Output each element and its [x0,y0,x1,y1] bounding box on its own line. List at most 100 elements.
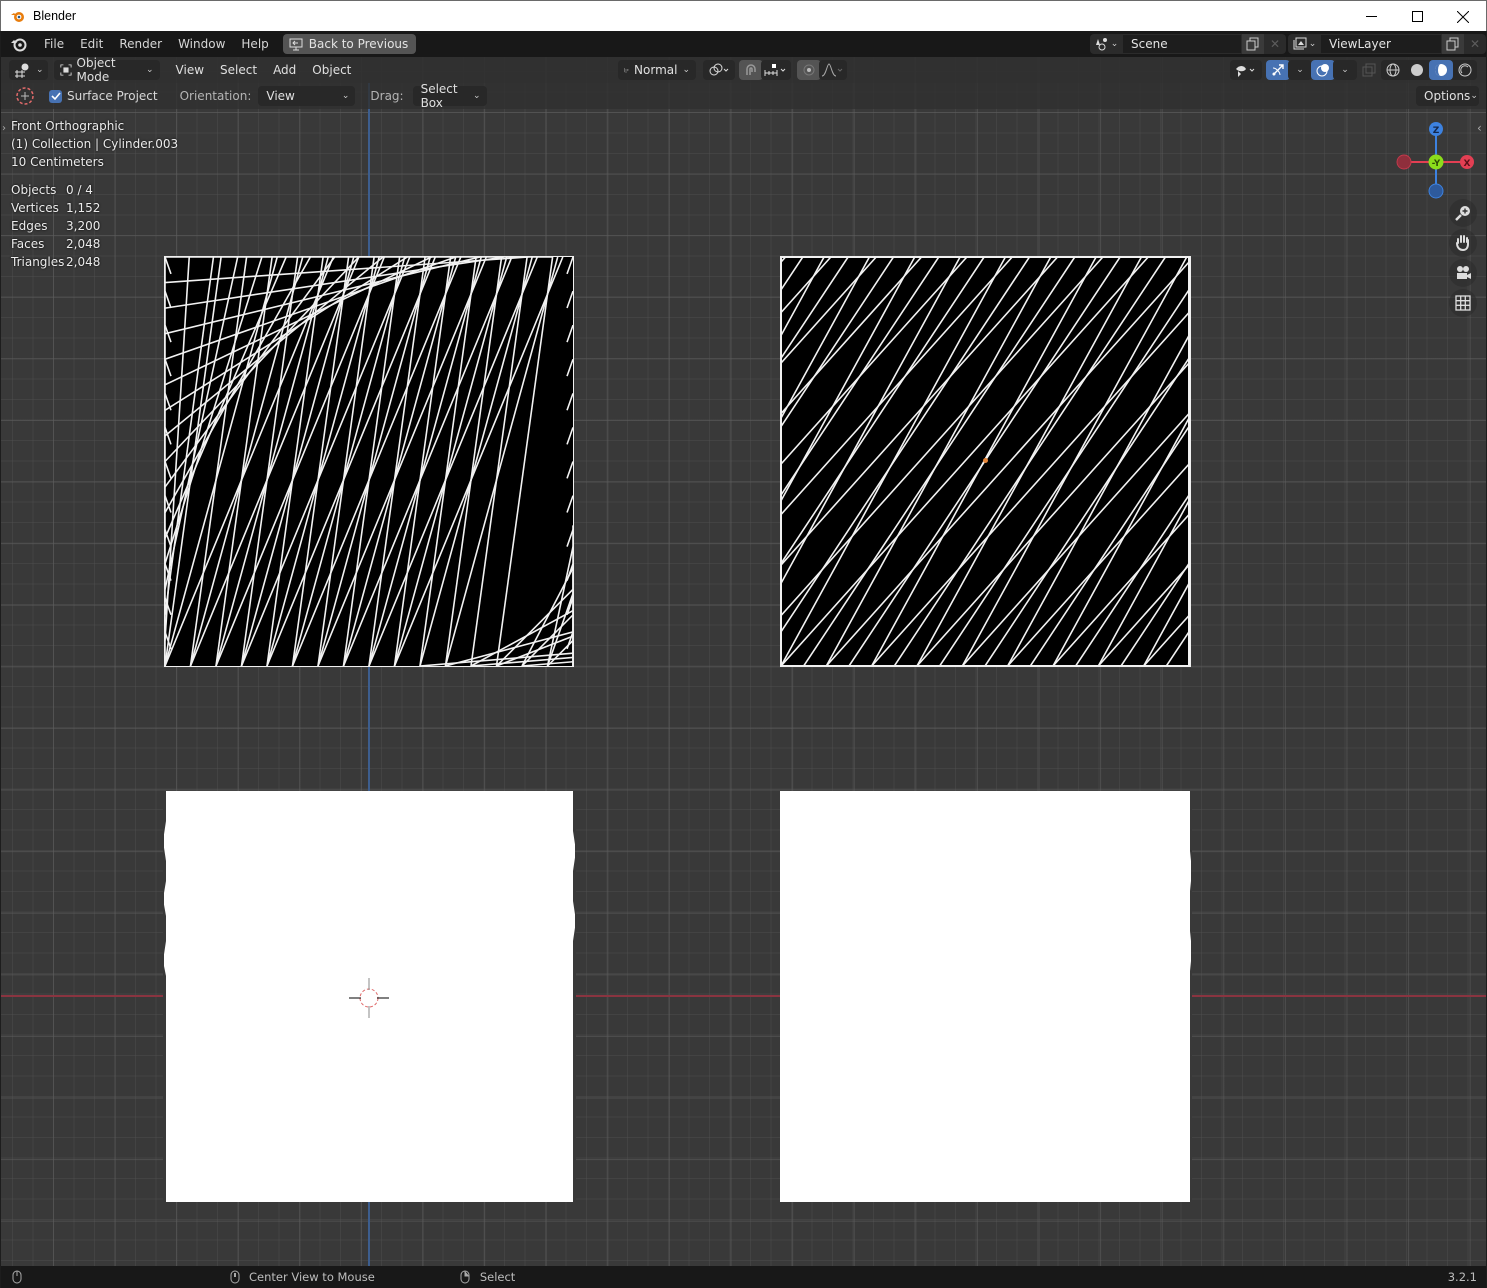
back-to-previous-button[interactable]: Back to Previous [282,34,417,54]
gizmo-dropdown[interactable]: ⌄ [1288,60,1312,80]
drag-dropdown[interactable]: Select Box ⌄ [412,82,487,110]
selectability-visibility-dropdown[interactable] [1230,60,1262,80]
eye-cursor-icon [1236,66,1255,77]
3d-viewport[interactable]: ⌄ Object Mode ⌄ View Select Add Object N… [1,57,1486,1266]
mesh-edge [781,257,832,314]
menu-object[interactable]: Object [304,60,359,80]
minimize-button[interactable] [1348,1,1394,32]
mesh-edge [566,495,573,513]
gizmo-toggle[interactable] [1266,60,1290,80]
menu-window[interactable]: Window [170,33,233,55]
overlays-toggle[interactable] [1311,60,1335,80]
gizmo-icon [1272,64,1284,76]
orientation-icon [624,67,629,73]
grid-icon [1455,295,1471,311]
blender-logo-icon[interactable] [10,35,28,53]
orientation-label: Orientation: [179,89,252,103]
cylinder-mesh-left[interactable] [164,256,574,667]
transform-orientation-label: Normal [634,63,678,77]
toggle-perspective-button[interactable] [1449,289,1477,317]
proportional-editing-toggle[interactable] [797,60,821,80]
status-bar: Center View to Mouse Select 3.2.1 [1,1266,1486,1288]
mesh-edge [495,257,554,666]
mode-dropdown[interactable]: Object Mode ⌄ [53,57,160,84]
snap-toggle[interactable] [739,60,763,80]
grid-scale: 10 Centimeters [11,155,104,169]
toolbar-expand-icon[interactable]: › [2,123,6,134]
cylinder-plane-right[interactable] [780,791,1192,1202]
mesh-edge [566,290,573,309]
blender-app-icon [11,12,24,22]
editor-type-button[interactable]: ⌄ [9,60,48,80]
new-viewlayer-button[interactable] [1442,34,1464,54]
pivot-point-dropdown[interactable] [703,60,735,80]
chevron-down-icon: ⌄ [473,91,481,101]
stat-label: Vertices [11,201,59,215]
stat-label: Triangles [11,255,65,269]
zoom-view-button[interactable] [1449,199,1477,227]
shading-dropdown[interactable]: ⌄ [1477,60,1486,80]
drag-label: Drag: [370,89,404,103]
pivot-point-icon [709,63,729,76]
gizmo-y-label: -Y [1432,159,1441,169]
snap-target-dropdown[interactable] [761,60,791,80]
menu-file[interactable]: File [36,33,72,55]
mesh-edge [165,257,172,275]
orientation-dropdown[interactable]: View ⌄ [258,86,356,106]
wireframe-shading-button[interactable] [1381,60,1405,80]
cylinder-plane-left[interactable] [163,791,576,1202]
maximize-button[interactable] [1394,1,1440,32]
stat-value: 1,152 [66,201,101,215]
active-tool-button[interactable] [13,86,37,106]
new-scene-button[interactable] [1242,34,1264,54]
3d-cursor[interactable] [349,978,389,1018]
menu-select[interactable]: Select [212,60,265,80]
options-dropdown[interactable]: Options ⌄ [1416,86,1479,106]
navigation-gizmo[interactable]: Z X -Y [1391,117,1481,207]
delete-scene-button[interactable]: ✕ [1264,34,1286,54]
3d-cursor-icon [349,978,389,1018]
menu-render[interactable]: Render [111,33,170,55]
transform-orientation-dropdown[interactable]: Normal ⌄ [618,60,696,80]
surface-project-checkbox[interactable] [49,89,62,103]
viewlayer-browse-button[interactable]: ⌄ [1288,34,1320,54]
gizmo-neg-z-axis[interactable] [1428,183,1444,199]
menu-add[interactable]: Add [265,60,304,80]
proportional-falloff-dropdown[interactable] [819,60,847,80]
viewlayer-name-field[interactable]: ViewLayer [1320,34,1442,54]
pan-view-button[interactable] [1449,229,1477,257]
shading-mode-group: ⌄ [1381,60,1486,80]
mode-label: Object Mode [76,57,116,84]
delete-viewlayer-button[interactable]: ✕ [1464,34,1486,54]
3d-viewport-icon [15,63,29,78]
mesh-edge [566,529,573,547]
stat-row: Edges 3,200 [11,217,100,235]
chevron-down-icon: ⌄ [1485,65,1486,75]
gizmo-neg-x-axis[interactable] [1396,154,1412,170]
scene-browse-button[interactable]: ⌄ [1090,34,1122,54]
hand-icon [1456,235,1469,252]
menu-edit[interactable]: Edit [72,33,111,55]
close-window-button[interactable] [1440,1,1486,32]
mesh-edge [566,257,573,275]
cylinder-mesh-right[interactable] [780,256,1191,667]
drag-value: Select Box [420,82,458,110]
window-title: Blender [33,9,77,23]
rendered-shading-button[interactable] [1453,60,1477,80]
menu-view[interactable]: View [168,60,212,80]
material-preview-button[interactable] [1429,60,1453,80]
mesh-edge [317,257,431,666]
scene-name-field[interactable]: Scene [1122,34,1242,54]
camera-view-button[interactable] [1449,259,1477,287]
mesh-edge [566,324,573,343]
close-icon: ✕ [1469,37,1481,51]
surface-project-option[interactable]: Surface Project [49,89,158,103]
mesh-edge [1097,497,1190,666]
scene-icon [1095,38,1107,51]
solid-shading-button[interactable] [1405,60,1429,80]
stat-value: 2,048 [66,237,101,251]
menu-help[interactable]: Help [233,33,276,55]
window-titlebar: Blender [0,0,1487,31]
overlays-dropdown[interactable]: ⌄ [1333,60,1357,80]
xray-toggle[interactable] [1357,60,1381,80]
